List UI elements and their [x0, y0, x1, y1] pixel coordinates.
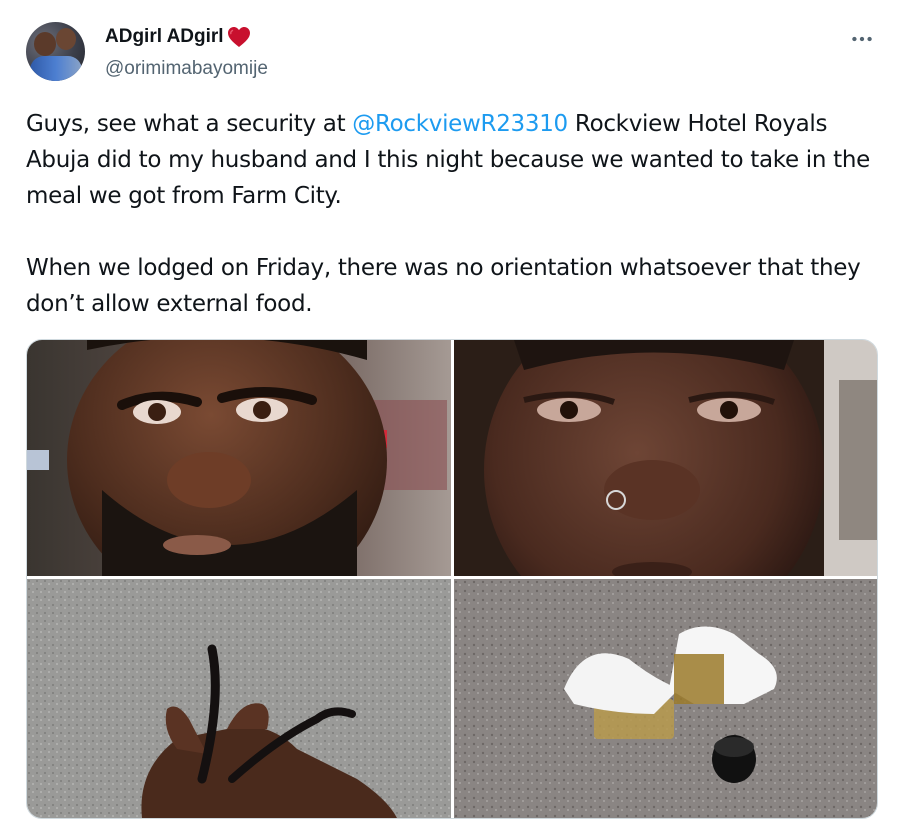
tweet-paragraph-1: Guys, see what a security at @RockviewR2…: [26, 106, 876, 214]
more-horizontal-icon: [852, 36, 872, 42]
food-packs-on-floor-photo[interactable]: [454, 579, 877, 818]
media-grid: [26, 339, 878, 819]
woman-face-photo[interactable]: [454, 340, 877, 576]
tweet-paragraph-2: When we lodged on Friday, there was no o…: [26, 255, 861, 317]
avatar-person-1: [34, 32, 56, 56]
tweet-text-segment: Guys, see what a security at: [26, 111, 353, 137]
tweet-text: Guys, see what a security at @RockviewR2…: [26, 106, 876, 322]
avatar[interactable]: [26, 22, 85, 81]
mention-link[interactable]: @RockviewR23310: [352, 111, 568, 137]
author-display-name[interactable]: ADgirl ADgirl: [105, 26, 224, 48]
avatar-person-2: [56, 28, 76, 50]
heart-icon: [227, 26, 251, 48]
tweet-card: ADgirl ADgirl @orimimabayomije Guys, see…: [0, 0, 897, 822]
author-name-row: ADgirl ADgirl: [105, 26, 251, 48]
more-options-button[interactable]: [845, 24, 879, 54]
avatar-clothing: [30, 56, 82, 81]
author-handle[interactable]: @orimimabayomije: [105, 58, 268, 80]
hand-holding-dreadlocks-photo[interactable]: [27, 579, 451, 818]
man-face-photo[interactable]: [27, 340, 451, 576]
